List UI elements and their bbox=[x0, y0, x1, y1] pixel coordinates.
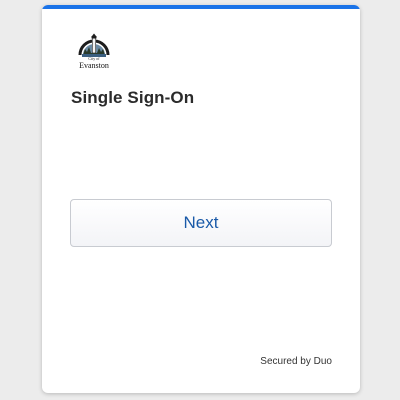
secured-by-duo-text: Secured by Duo bbox=[260, 356, 332, 367]
page-title: Single Sign-On bbox=[71, 88, 195, 107]
login-card: City of Evanston Single Sign-On Next Sec… bbox=[42, 5, 360, 393]
next-button[interactable]: Next bbox=[70, 199, 332, 247]
accent-bar bbox=[42, 5, 360, 9]
lighthouse-icon bbox=[78, 33, 110, 57]
city-of-evanston-logo: City of Evanston bbox=[74, 29, 114, 75]
logo-name-text: Evanston bbox=[79, 61, 109, 70]
